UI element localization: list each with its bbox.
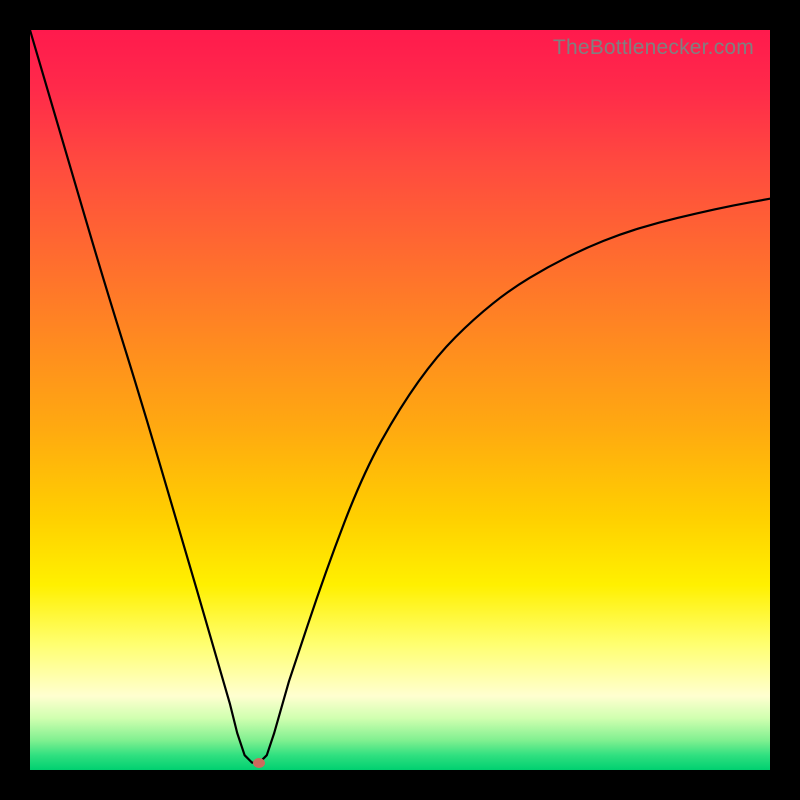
- curve-svg: [30, 30, 770, 770]
- bottleneck-curve: [30, 30, 770, 763]
- plot-area: TheBottlenecker.com: [30, 30, 770, 770]
- current-point-dot: [253, 758, 265, 768]
- chart-frame: TheBottlenecker.com: [0, 0, 800, 800]
